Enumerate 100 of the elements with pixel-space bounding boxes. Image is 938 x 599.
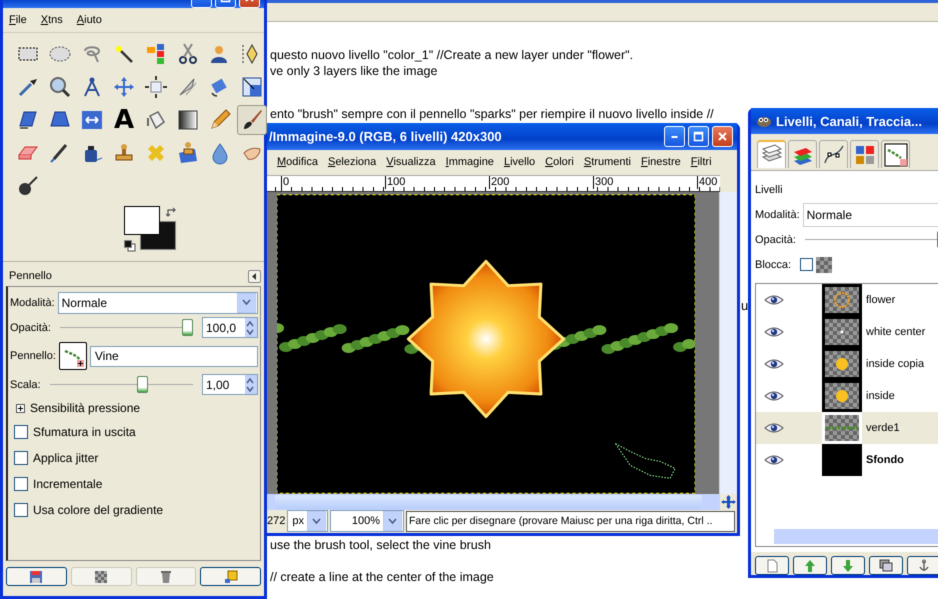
menu-item[interactable]: Visualizza bbox=[386, 156, 436, 168]
up-arrow-icon bbox=[803, 558, 817, 572]
eye-icon[interactable] bbox=[764, 422, 784, 434]
checkbox-option[interactable]: Usa colore del gradiente bbox=[10, 497, 258, 523]
tool-button[interactable]: A bbox=[109, 105, 139, 135]
scale-slider[interactable] bbox=[50, 376, 193, 394]
menu-item[interactable]: Strumenti bbox=[584, 156, 631, 168]
eye-icon[interactable] bbox=[764, 390, 784, 402]
panel-button[interactable] bbox=[907, 556, 938, 575]
menu-item[interactable]: Aiuto bbox=[76, 14, 102, 26]
document-text: // create a line at the center of the image bbox=[270, 569, 494, 585]
layer-thumbnail bbox=[822, 412, 862, 444]
bucket-icon bbox=[144, 108, 168, 132]
zoom-dropdown[interactable]: 100% bbox=[330, 510, 404, 532]
panel-button[interactable] bbox=[200, 567, 261, 586]
menu-item[interactable]: Immagine bbox=[446, 156, 494, 168]
reset-icon bbox=[224, 570, 238, 584]
mode-dropdown[interactable]: Normale bbox=[802, 202, 938, 226]
layer-row[interactable]: verde1 bbox=[756, 412, 938, 444]
spin-up-icon[interactable] bbox=[245, 320, 255, 328]
field-label: Modalità: bbox=[755, 208, 800, 220]
eye-icon[interactable] bbox=[764, 326, 784, 338]
expander-icon bbox=[16, 404, 25, 412]
checkbox-option[interactable]: Sfumatura in uscita bbox=[10, 419, 258, 445]
ruler: 0 100 200 300 400 bbox=[265, 174, 720, 192]
menu-item[interactable]: Seleziona bbox=[328, 156, 376, 168]
panel-tab[interactable] bbox=[819, 140, 848, 168]
default-colors-icon[interactable] bbox=[124, 240, 136, 252]
mode-dropdown[interactable]: Normale bbox=[58, 292, 258, 314]
menu-item[interactable]: File bbox=[9, 14, 27, 26]
unit-dropdown[interactable]: px bbox=[287, 510, 328, 532]
stamp-icon bbox=[176, 141, 200, 165]
swap-arrow-icon[interactable] bbox=[166, 206, 178, 218]
eye-icon[interactable] bbox=[764, 294, 784, 306]
eye-icon[interactable] bbox=[764, 358, 784, 370]
spin-down-icon[interactable] bbox=[245, 384, 255, 392]
panel-button[interactable] bbox=[831, 556, 865, 575]
document-text: questo nuovo livello "color_1" //Create a new layer under "flower". bbox=[270, 47, 634, 63]
minimize-button[interactable] bbox=[664, 126, 685, 147]
panel-button[interactable] bbox=[869, 556, 903, 575]
window-title: Livelli, Canali, Traccia... bbox=[776, 114, 923, 128]
gradient-icon bbox=[176, 108, 200, 132]
field-label: Opacità: bbox=[755, 234, 796, 246]
text-tool-icon: A bbox=[114, 108, 134, 132]
lock-checkbox[interactable] bbox=[800, 258, 814, 271]
opacity-slider[interactable] bbox=[60, 318, 193, 336]
eye-icon[interactable] bbox=[764, 454, 784, 466]
dodge-icon bbox=[16, 174, 40, 198]
down-arrow-icon bbox=[841, 558, 855, 572]
trash-icon bbox=[158, 570, 173, 584]
panel-title: Pennello bbox=[9, 270, 52, 282]
panel-heading: Livelli bbox=[755, 184, 783, 196]
spin-down-icon[interactable] bbox=[245, 328, 255, 336]
expander[interactable]: Sensibilità pressione bbox=[10, 397, 258, 419]
checkbox-option[interactable]: Incrementale bbox=[10, 471, 258, 497]
scale-value-field[interactable]: 1,00 bbox=[202, 374, 258, 395]
flip-icon bbox=[80, 108, 104, 132]
document-text: u bbox=[741, 298, 748, 313]
move-arrows-icon bbox=[112, 75, 136, 99]
align-icon bbox=[144, 75, 168, 99]
checkbox-option[interactable]: Applica jitter bbox=[10, 445, 258, 471]
panel-button[interactable] bbox=[6, 567, 67, 586]
brush-preview-button[interactable] bbox=[58, 342, 87, 370]
panel-button[interactable] bbox=[755, 556, 789, 575]
horizontal-scrollbar[interactable] bbox=[774, 529, 938, 544]
vine-brush-icon bbox=[884, 142, 908, 166]
field-label: Opacità: bbox=[10, 322, 51, 334]
save-icon bbox=[29, 570, 44, 584]
layer-thumbnail bbox=[822, 348, 862, 380]
menu-item[interactable]: Colori bbox=[545, 156, 574, 168]
layer-thumbnail bbox=[822, 444, 862, 476]
vertical-scrollbar[interactable] bbox=[719, 192, 737, 494]
tool-button[interactable] bbox=[237, 105, 267, 135]
close-button[interactable] bbox=[712, 126, 733, 147]
spin-up-icon[interactable] bbox=[245, 376, 255, 384]
menu-item[interactable]: Modifica bbox=[277, 156, 318, 168]
document-text: ento "brush" sempre con il pennello "sparks" per riempire il nuovo livello inside // bbox=[270, 106, 714, 122]
opacity-value-field[interactable]: 100,0 bbox=[202, 317, 258, 338]
page-icon bbox=[765, 558, 779, 572]
scissors-icon bbox=[176, 42, 200, 66]
app-icon bbox=[755, 114, 773, 128]
duplicate-icon bbox=[879, 558, 893, 572]
menu-item[interactable]: Livello bbox=[504, 156, 536, 168]
window-title: /Immagine-9.0 (RGB, 6 livelli) 420x300 bbox=[269, 129, 503, 144]
panel-button[interactable] bbox=[793, 556, 827, 575]
panel-tab[interactable] bbox=[881, 140, 910, 168]
status-message: Fare clic per disegnare (provare Maiusc per una riga diritta, Ctrl .. bbox=[406, 510, 735, 532]
field-label: Scala: bbox=[10, 378, 41, 390]
horizontal-scrollbar[interactable] bbox=[275, 494, 702, 509]
brush-name-field[interactable]: Vine bbox=[90, 346, 258, 366]
maximize-button[interactable] bbox=[688, 126, 709, 147]
color-swatches[interactable] bbox=[124, 206, 176, 250]
menu-item[interactable]: Xtns bbox=[40, 14, 63, 26]
menu-item[interactable]: Filtri bbox=[690, 156, 712, 168]
checkerboard-icon bbox=[816, 256, 832, 272]
layer-thumbnail bbox=[822, 316, 862, 348]
anchor-icon bbox=[917, 558, 931, 572]
menu-item[interactable]: Finestre bbox=[640, 156, 681, 168]
navigate-icon[interactable] bbox=[720, 494, 737, 510]
panel-menu-button[interactable] bbox=[248, 270, 261, 282]
